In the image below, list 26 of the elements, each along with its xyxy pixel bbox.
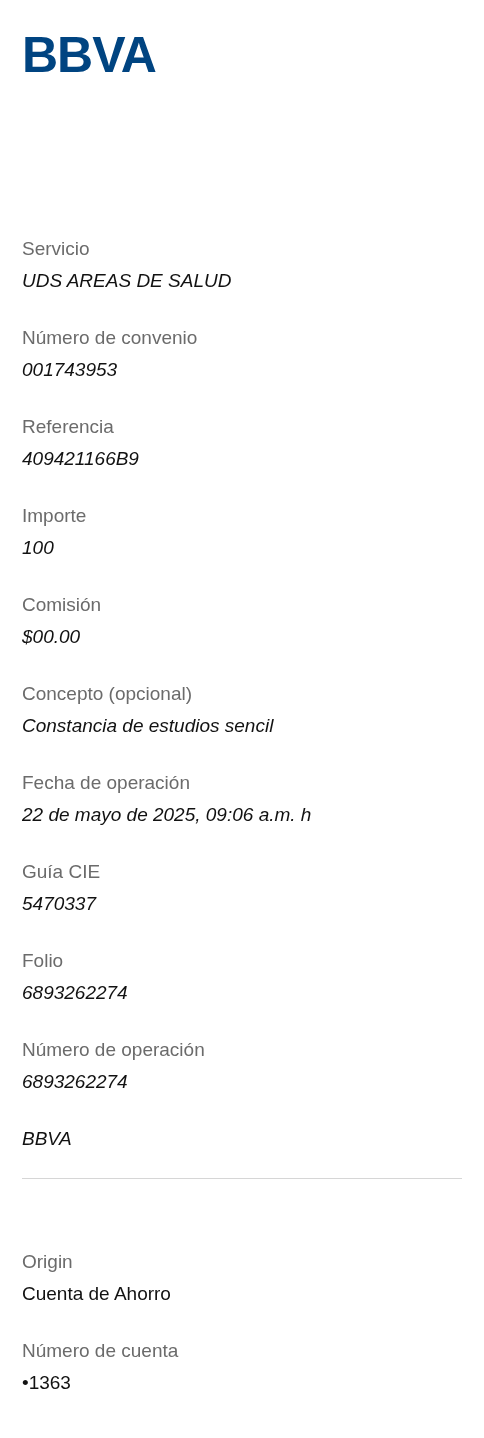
field-value: •1363 <box>22 1371 71 1395</box>
field-label: Servicio <box>22 237 90 261</box>
field-value: 6893262274 <box>22 981 128 1005</box>
field-value: Constancia de estudios sencil <box>22 714 274 738</box>
field-label: Guía CIE <box>22 860 101 884</box>
logo: BBVA <box>22 28 156 82</box>
field-value: 100 <box>22 536 54 560</box>
bank-name: BBVA <box>22 1127 72 1151</box>
field-value: Cuenta de Ahorro <box>22 1282 171 1306</box>
field-label: Concepto (opcional) <box>22 682 193 706</box>
field-value: $00.00 <box>22 625 81 649</box>
field-label: Fecha de operación <box>22 771 190 795</box>
field-label: Importe <box>22 504 87 528</box>
field-value: 5470337 <box>22 892 96 916</box>
field-label: Número de cuenta <box>22 1339 179 1363</box>
field-label: Referencia <box>22 415 114 439</box>
field-label: Origin <box>22 1250 73 1274</box>
field-label: Comisión <box>22 593 102 617</box>
field-value: 409421166B9 <box>22 447 139 471</box>
field-label: Número de convenio <box>22 326 198 350</box>
field-value: 22 de mayo de 2025, 09:06 a.m. h <box>22 803 312 827</box>
field-label: Número de operación <box>22 1038 205 1062</box>
field-value: UDS AREAS DE SALUD <box>22 269 232 293</box>
field-value: 6893262274 <box>22 1070 128 1094</box>
field-value: 001743953 <box>22 358 118 382</box>
field-label: Folio <box>22 949 64 973</box>
